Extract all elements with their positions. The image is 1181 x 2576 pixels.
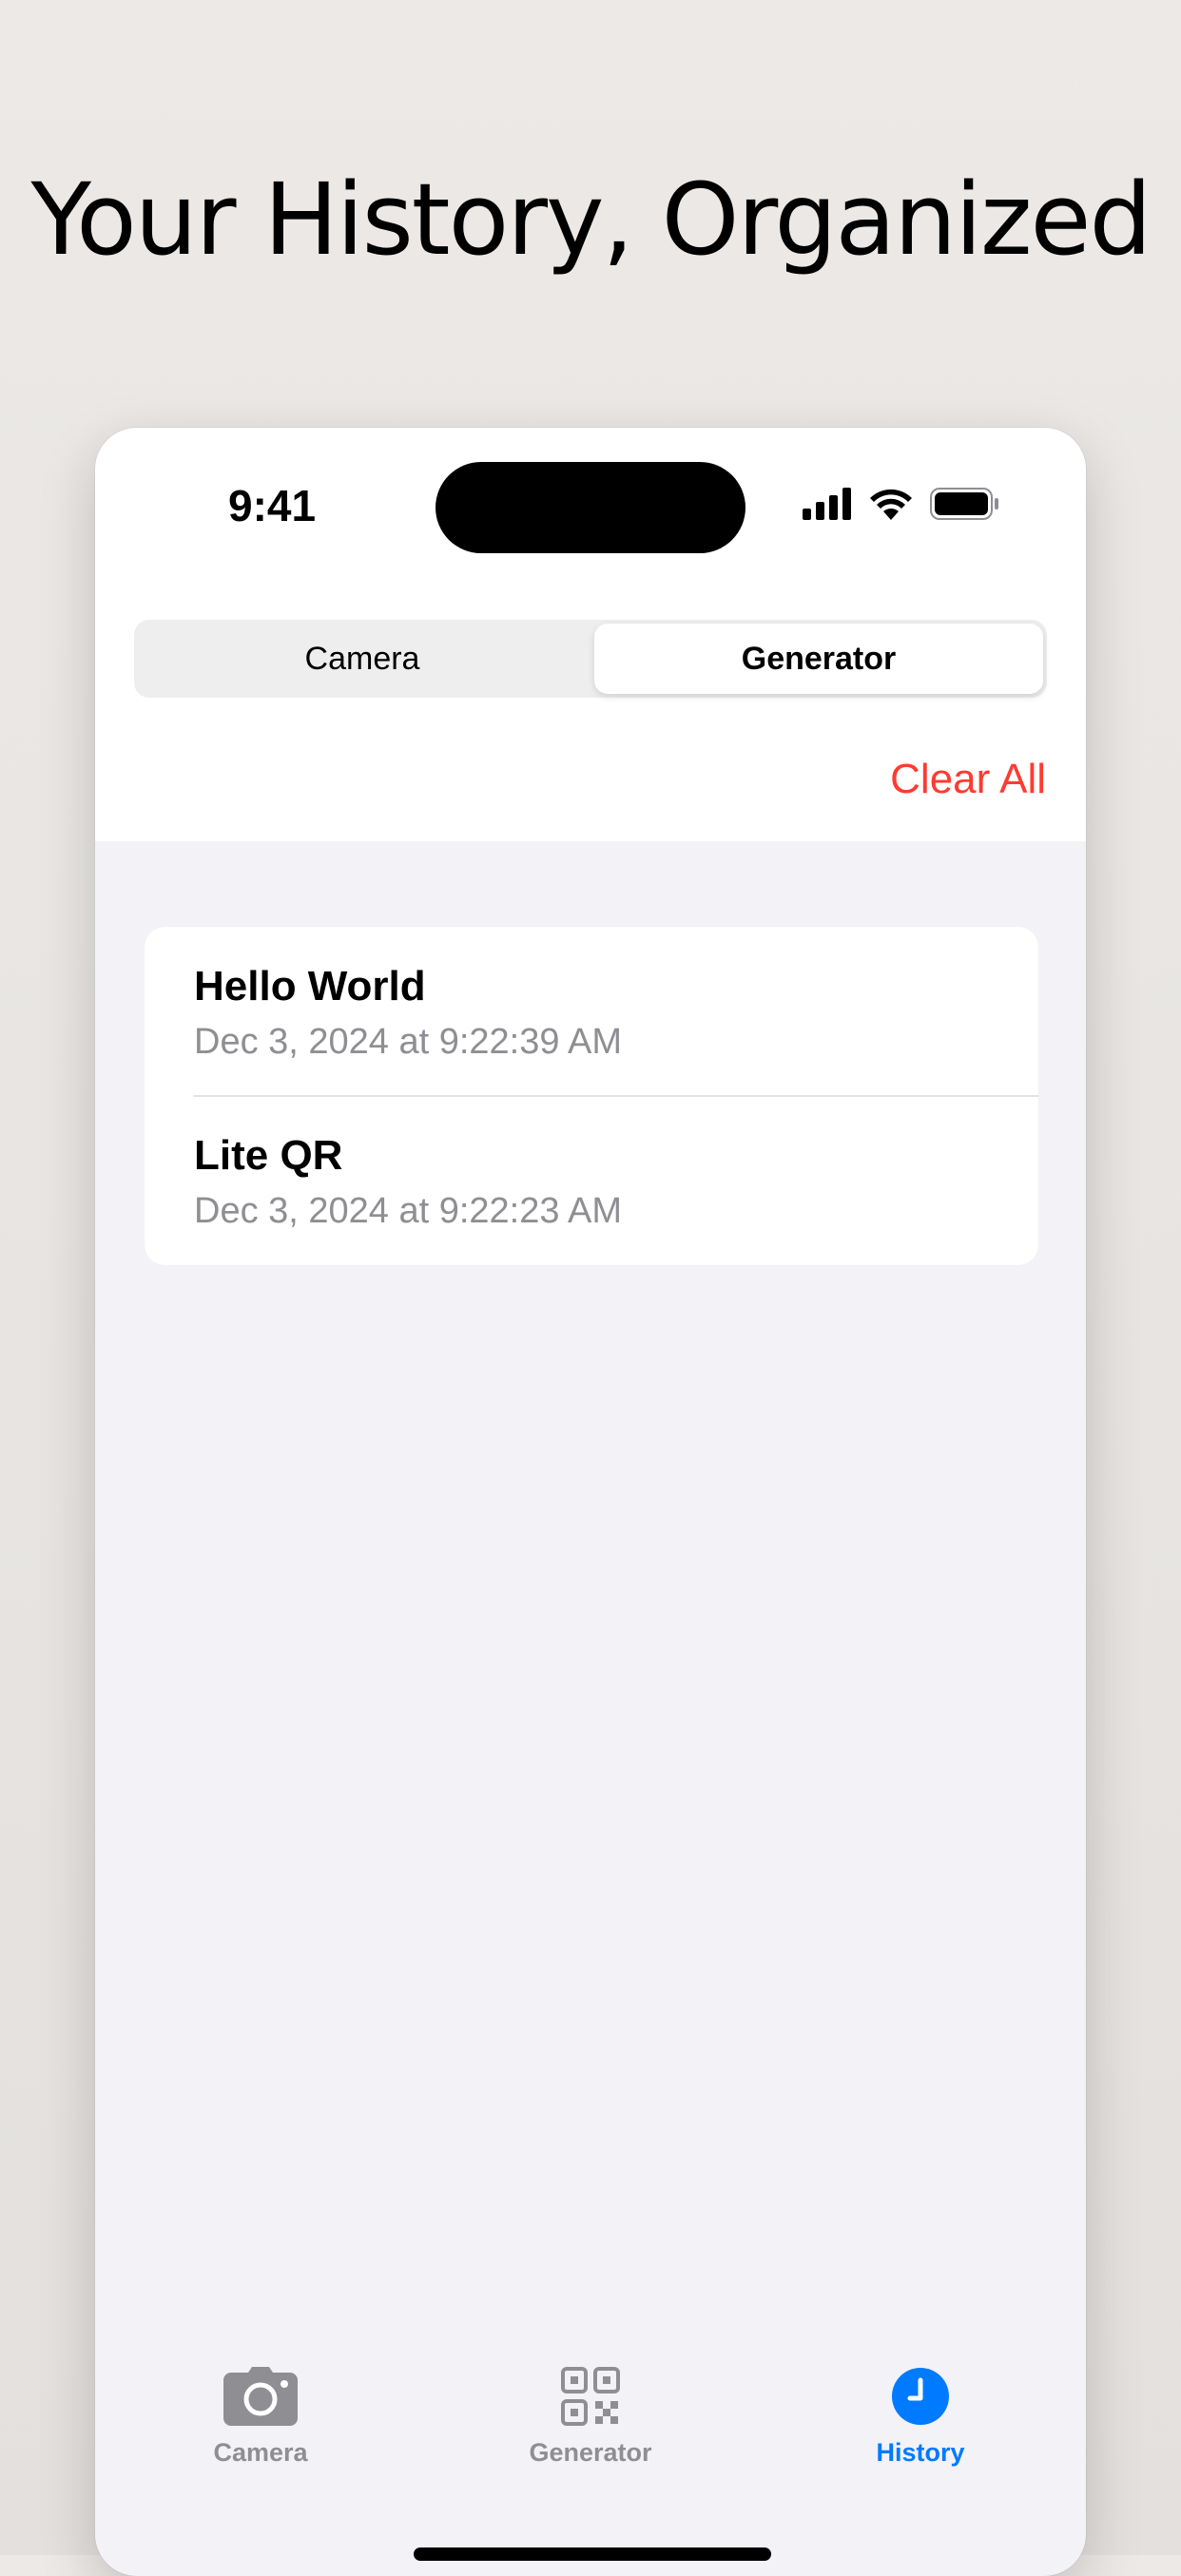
wifi-icon — [869, 488, 913, 525]
clock-icon — [891, 2367, 950, 2431]
history-item-date: Dec 3, 2024 at 9:22:39 AM — [194, 1022, 622, 1062]
history-item-title: Hello World — [194, 963, 426, 1009]
tab-label: History — [876, 2438, 965, 2467]
qr-code-icon — [561, 2367, 620, 2431]
tab-camera[interactable]: Camera — [137, 2367, 384, 2509]
history-list: Hello World Dec 3, 2024 at 9:22:39 AM Li… — [145, 927, 1038, 1265]
cellular-signal-icon — [803, 487, 852, 525]
history-item[interactable]: Lite QR Dec 3, 2024 at 9:22:23 AM — [145, 1096, 1038, 1265]
camera-icon — [223, 2367, 298, 2431]
home-indicator — [414, 2547, 771, 2561]
tab-history[interactable]: History — [797, 2367, 1044, 2509]
clear-all-button[interactable]: Clear All — [890, 756, 1046, 803]
history-item-date: Dec 3, 2024 at 9:22:23 AM — [194, 1191, 622, 1231]
tab-label: Camera — [213, 2438, 308, 2467]
segment-camera[interactable]: Camera — [138, 624, 587, 694]
status-icons — [803, 487, 1000, 525]
phone-screen: 9:41 Camera Generator Clear All Hello Wo… — [95, 428, 1086, 2576]
history-item-title: Lite QR — [194, 1132, 343, 1179]
history-item[interactable]: Hello World Dec 3, 2024 at 9:22:39 AM — [145, 927, 1038, 1097]
tab-label: Generator — [529, 2438, 652, 2467]
status-time: 9:41 — [228, 481, 317, 530]
segment-generator[interactable]: Generator — [594, 624, 1043, 694]
tab-bar: Camera Generator History — [95, 2367, 1086, 2576]
battery-icon — [930, 487, 1000, 525]
segmented-control: Camera Generator — [134, 620, 1047, 698]
dynamic-island — [436, 462, 745, 553]
tab-generator[interactable]: Generator — [467, 2367, 714, 2509]
marketing-headline: Your History, Organized — [30, 162, 1152, 278]
top-header-area: 9:41 Camera Generator Clear All — [95, 428, 1086, 841]
